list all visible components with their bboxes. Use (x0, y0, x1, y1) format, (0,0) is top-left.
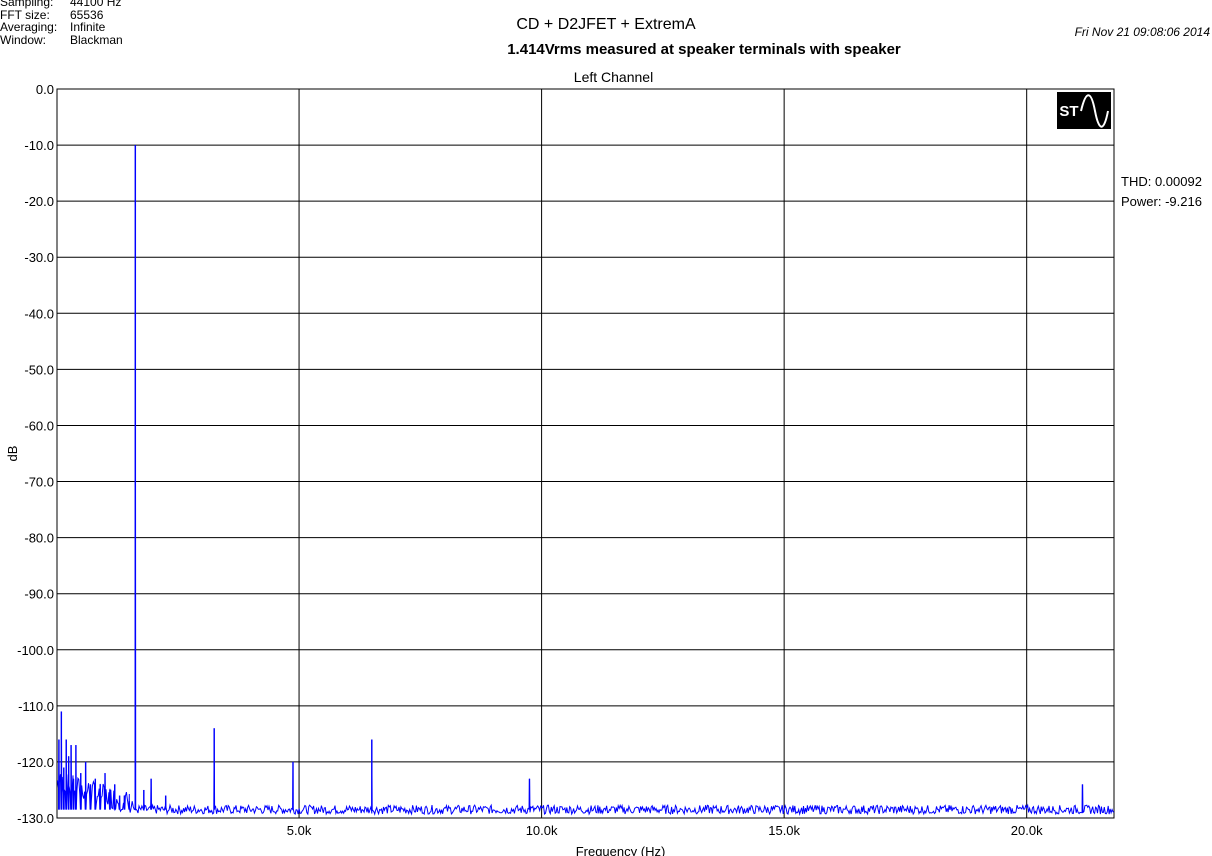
y-tick-label: 0.0 (36, 82, 54, 97)
y-tick-label: -90.0 (24, 587, 54, 602)
y-tick-label: -100.0 (17, 643, 54, 658)
y-tick-label: -80.0 (24, 531, 54, 546)
soundtech-logo-icon: ST (1057, 92, 1111, 129)
y-tick-label: -10.0 (24, 138, 54, 153)
y-tick-label: -50.0 (24, 362, 54, 377)
y-tick-label: -70.0 (24, 475, 54, 490)
x-tick-label: 5.0k (287, 823, 312, 838)
x-tick-label: 15.0k (768, 823, 800, 838)
x-axis-label: Frequency (Hz) (576, 844, 666, 856)
y-tick-label: -60.0 (24, 418, 54, 433)
x-tick-label: 10.0k (526, 823, 558, 838)
y-axis-label: dB (5, 446, 20, 462)
y-tick-label: -40.0 (24, 306, 54, 321)
y-tick-label: -110.0 (18, 699, 54, 714)
y-tick-label: -130.0 (17, 811, 54, 826)
y-tick-label: -120.0 (17, 755, 54, 770)
fft-chart: Left Channel 0.0 -10.0 -20.0 -30.0 -40.0 -50.0… (5, 69, 1115, 856)
y-tick-label: -20.0 (24, 194, 54, 209)
spectrum-trace (57, 145, 1115, 816)
y-tick-label: -30.0 (24, 250, 54, 265)
logo-text: ST (1059, 103, 1078, 120)
x-tick-label: 20.0k (1011, 823, 1043, 838)
plot-title: Left Channel (574, 69, 653, 85)
plot-frame (56, 88, 1115, 819)
